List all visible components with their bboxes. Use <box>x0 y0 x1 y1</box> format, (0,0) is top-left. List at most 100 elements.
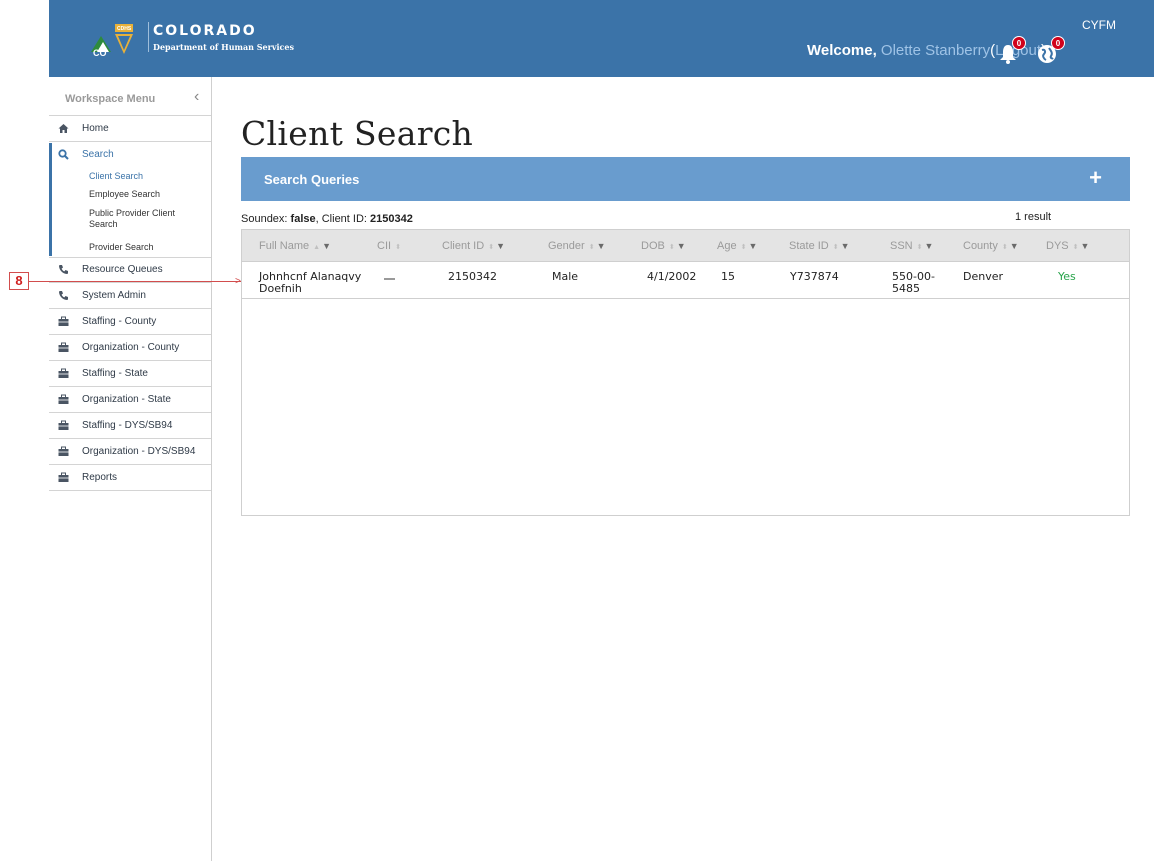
sidebar-item-label: Organization - County <box>82 342 180 353</box>
cell-dys: Yes <box>1058 270 1076 283</box>
callout-arrow-icon: > <box>235 276 241 287</box>
sidebar-item-system-admin[interactable]: System Admin <box>49 284 211 309</box>
cell-state-id: Y737874 <box>790 270 839 283</box>
column-header-client-id[interactable]: Client ID ⬍ ▼ <box>442 240 505 252</box>
app-header: CO CDHS COLORADO Department of Human Ser… <box>49 0 1154 77</box>
sidebar-item-search[interactable]: Search <box>49 143 211 168</box>
colorado-logo[interactable]: CO CDHS <box>89 22 137 58</box>
phone-icon <box>58 264 69 275</box>
column-header-county[interactable]: County ⬍ ▼ <box>963 240 1019 252</box>
callout-number-badge: 8 <box>9 272 29 290</box>
filter-icon[interactable]: ▼ <box>841 241 850 251</box>
globe-count-badge: 0 <box>1051 36 1065 50</box>
column-header-age[interactable]: Age ⬍ ▼ <box>717 240 757 252</box>
soundex-label: Soundex: <box>241 213 288 225</box>
column-header-gender[interactable]: Gender ⬍ ▼ <box>548 240 606 252</box>
notifications-count-badge: 0 <box>1012 36 1026 50</box>
result-count: 1 result <box>1015 211 1052 223</box>
cell-ssn: 550-00- 5485 <box>892 270 935 295</box>
sidebar-item-reports[interactable]: Reports <box>49 466 211 491</box>
sidebar-item-label: System Admin <box>82 290 146 301</box>
add-query-plus-icon[interactable]: + <box>1089 165 1102 191</box>
cell-client-id: 2150342 <box>448 270 497 283</box>
logo-divider <box>148 22 149 52</box>
cell-cii-empty-dash <box>384 278 395 280</box>
search-icon <box>58 149 69 160</box>
column-header-dob[interactable]: DOB ⬍ ▼ <box>641 240 686 252</box>
sidebar-item-staffing-county[interactable]: Staffing - County <box>49 310 211 335</box>
sort-icon[interactable]: ⬍ <box>488 244 494 251</box>
column-header-dys[interactable]: DYS ⬍ ▼ <box>1046 240 1089 252</box>
home-icon <box>58 123 69 134</box>
sort-icon[interactable]: ⬍ <box>669 244 675 251</box>
user-name-link[interactable]: Olette Stanberry <box>881 42 990 59</box>
sidebar-item-home[interactable]: Home <box>49 117 211 142</box>
sidebar-item-label: Staffing - County <box>82 316 157 327</box>
filter-icon[interactable]: ▼ <box>677 241 686 251</box>
sidebar-item-label: Resource Queues <box>82 264 163 275</box>
sort-asc-icon[interactable]: ▲ <box>313 244 320 251</box>
phone-icon <box>58 290 69 301</box>
briefcase-icon <box>58 316 69 327</box>
subnav-employee-search[interactable]: Employee Search <box>89 189 160 200</box>
cell-dob: 4/1/2002 <box>647 270 697 283</box>
filter-icon[interactable]: ▼ <box>925 241 934 251</box>
filter-icon[interactable]: ▼ <box>1010 241 1019 251</box>
sort-icon[interactable]: ⬍ <box>917 244 923 251</box>
brand-subtitle: Department of Human Services <box>153 42 294 52</box>
sidebar-item-resource-queues[interactable]: Resource Queues <box>49 258 211 283</box>
svg-text:CDHS: CDHS <box>117 26 132 32</box>
workspace-sidebar: Workspace Menu ‹ Home Search Client Sear… <box>49 77 212 861</box>
welcome-label: Welcome, <box>807 42 877 59</box>
soundex-value: false <box>290 213 316 225</box>
brand-title: COLORADO <box>153 23 257 39</box>
sort-icon[interactable]: ⬍ <box>1073 244 1079 251</box>
sidebar-item-label: Organization - State <box>82 394 171 405</box>
callout-connector-line <box>29 281 241 282</box>
collapse-sidebar-icon[interactable]: ‹ <box>194 88 199 106</box>
cell-gender: Male <box>552 270 579 283</box>
search-queries-bar[interactable]: Search Queries + <box>241 157 1130 201</box>
cell-full-name[interactable]: Johnhcnf Alanaqvy Doefnih <box>259 271 361 295</box>
sort-icon[interactable]: ⬍ <box>833 244 839 251</box>
sidebar-item-organization-dys-sb94[interactable]: Organization - DYS/SB94 <box>49 440 211 465</box>
filter-icon[interactable]: ▼ <box>597 241 606 251</box>
client-id-value: 2150342 <box>370 213 413 225</box>
filter-icon[interactable]: ▼ <box>322 241 331 251</box>
sidebar-item-label: Organization - DYS/SB94 <box>82 446 196 457</box>
briefcase-icon <box>58 342 69 353</box>
sidebar-item-organization-county[interactable]: Organization - County <box>49 336 211 361</box>
client-id-label: , Client ID: <box>315 213 367 225</box>
app-code: CYFM <box>1082 18 1116 32</box>
results-grid: Full Name ▲ ▼ CII ⬍ Client ID ⬍ ▼ Gender ⬍ ▼ DO… <box>241 229 1130 516</box>
sort-icon[interactable]: ⬍ <box>1002 244 1008 251</box>
filter-icon[interactable]: ▼ <box>748 241 757 251</box>
sidebar-item-label: Staffing - State <box>82 368 148 379</box>
subnav-client-search[interactable]: Client Search <box>89 171 143 182</box>
briefcase-icon <box>58 394 69 405</box>
column-header-ssn[interactable]: SSN ⬍ ▼ <box>890 240 933 252</box>
sidebar-item-organization-state[interactable]: Organization - State <box>49 388 211 413</box>
sidebar-divider <box>49 115 211 116</box>
sidebar-item-staffing-state[interactable]: Staffing - State <box>49 362 211 387</box>
filter-icon[interactable]: ▼ <box>496 241 505 251</box>
column-header-full-name[interactable]: Full Name ▲ ▼ <box>259 240 331 252</box>
column-header-state-id[interactable]: State ID ⬍ ▼ <box>789 240 850 252</box>
briefcase-icon <box>58 420 69 431</box>
query-summary: Soundex: false, Client ID: 2150342 <box>241 213 413 225</box>
cell-age: 15 <box>721 270 735 283</box>
column-header-cii[interactable]: CII ⬍ <box>377 240 401 252</box>
table-row[interactable]: Johnhcnf Alanaqvy Doefnih 2150342 Male 4/… <box>242 263 1129 299</box>
briefcase-icon <box>58 446 69 457</box>
subnav-provider-search[interactable]: Provider Search <box>89 242 154 253</box>
sidebar-item-staffing-dys-sb94[interactable]: Staffing - DYS/SB94 <box>49 414 211 439</box>
subnav-public-provider-client-search[interactable]: Public Provider Client Search <box>89 208 201 230</box>
sort-icon[interactable]: ⬍ <box>589 244 595 251</box>
sort-icon[interactable]: ⬍ <box>395 244 401 251</box>
sidebar-item-label: Reports <box>82 472 118 483</box>
sort-icon[interactable]: ⬍ <box>741 244 747 251</box>
filter-icon[interactable]: ▼ <box>1081 241 1090 251</box>
svg-text:CO: CO <box>93 48 107 58</box>
briefcase-icon <box>58 472 69 483</box>
search-queries-label: Search Queries <box>264 172 360 187</box>
